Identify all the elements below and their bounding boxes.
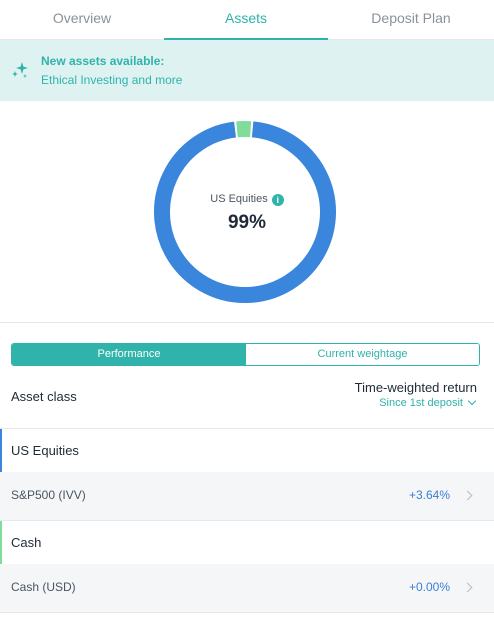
asset-group-us-equities: US Equities [0, 429, 494, 472]
chevron-right-icon [462, 490, 473, 501]
tab-deposit-plan[interactable]: Deposit Plan [328, 0, 494, 40]
tab-assets[interactable]: Assets [164, 0, 328, 40]
time-weighted-return-header: Time-weighted return [354, 380, 477, 395]
allocation-donut-section: US Equities i 99% [0, 101, 494, 323]
donut-center-label: US Equities i [0, 193, 494, 206]
asset-group-cash: Cash [0, 521, 494, 564]
chevron-down-icon [467, 396, 477, 406]
asset-class-header: Asset class [11, 389, 77, 404]
asset-row-sp500[interactable]: S&P500 (IVV) +3.64% [0, 472, 494, 520]
group-color-bar [0, 521, 2, 564]
info-icon[interactable]: i [271, 194, 284, 206]
donut-category-label: US Equities [210, 193, 268, 205]
asset-return: +0.00% [408, 580, 450, 594]
sparkle-icon [12, 62, 28, 78]
asset-name: Cash (USD) [11, 580, 76, 594]
chevron-right-icon [462, 582, 473, 593]
view-toggle: Performance Current weightage [11, 343, 480, 366]
performance-toggle-button[interactable]: Performance [12, 344, 246, 365]
period-selector-label: Since 1st deposit [379, 397, 463, 409]
current-weightage-toggle-button[interactable]: Current weightage [246, 344, 479, 365]
tab-bar: Overview Assets Deposit Plan [0, 0, 494, 40]
group-color-bar [0, 429, 2, 472]
group-name: Cash [11, 535, 42, 550]
banner-title: New assets available: [41, 54, 165, 68]
asset-return: +3.64% [408, 488, 450, 502]
group-name: US Equities [11, 443, 79, 458]
donut-percent: 99% [227, 212, 267, 233]
divider [0, 612, 494, 613]
new-assets-banner[interactable]: New assets available: Ethical Investing … [0, 40, 494, 101]
period-selector[interactable]: Since 1st deposit [379, 396, 477, 409]
asset-row-cash-usd[interactable]: Cash (USD) +0.00% [0, 564, 494, 612]
tab-overview[interactable]: Overview [0, 0, 164, 40]
asset-name: S&P500 (IVV) [11, 488, 86, 502]
banner-subtitle[interactable]: Ethical Investing and more [41, 73, 182, 87]
